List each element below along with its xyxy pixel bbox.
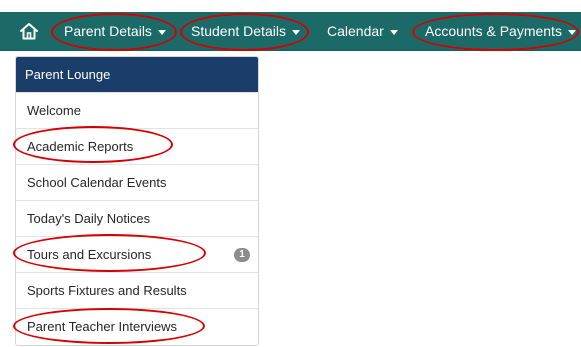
parent-lounge-panel: Parent Lounge Welcome Academic Reports S… xyxy=(15,56,259,346)
top-navigation-bar: Parent Details Student Details Calendar … xyxy=(0,12,581,51)
nav-accounts-payments[interactable]: Accounts & Payments xyxy=(425,12,576,50)
sidebar-item-label: School Calendar Events xyxy=(27,175,167,190)
caret-down-icon xyxy=(157,29,166,35)
sidebar-item-label: Tours and Excursions xyxy=(27,247,152,262)
count-badge: 1 xyxy=(234,248,250,262)
panel-header: Parent Lounge xyxy=(16,57,258,92)
nav-student-details[interactable]: Student Details xyxy=(191,12,300,50)
sidebar-item-school-calendar-events[interactable]: School Calendar Events xyxy=(16,164,258,200)
sidebar-item-tours-and-excursions[interactable]: Tours and Excursions 1 xyxy=(16,236,258,272)
nav-calendar-label: Calendar xyxy=(327,23,384,39)
sidebar-item-academic-reports[interactable]: Academic Reports xyxy=(16,128,258,164)
nav-parent-details[interactable]: Parent Details xyxy=(64,12,166,50)
sidebar-item-label: Sports Fixtures and Results xyxy=(27,283,187,298)
caret-down-icon xyxy=(567,29,576,35)
nav-accounts-payments-label: Accounts & Payments xyxy=(425,23,562,39)
sidebar-item-sports-fixtures-and-results[interactable]: Sports Fixtures and Results xyxy=(16,272,258,308)
home-button[interactable] xyxy=(16,12,42,50)
caret-down-icon xyxy=(389,29,398,35)
sidebar-item-label: Academic Reports xyxy=(27,139,134,154)
nav-calendar[interactable]: Calendar xyxy=(327,12,398,50)
sidebar-item-label: Welcome xyxy=(27,103,81,118)
caret-down-icon xyxy=(291,29,300,35)
nav-parent-details-label: Parent Details xyxy=(64,23,152,39)
home-icon xyxy=(20,23,38,40)
sidebar-item-label: Parent Teacher Interviews xyxy=(27,319,178,334)
sidebar-item-welcome[interactable]: Welcome xyxy=(16,92,258,128)
sidebar-item-label: Today's Daily Notices xyxy=(27,211,151,226)
sidebar-item-todays-daily-notices[interactable]: Today's Daily Notices xyxy=(16,200,258,236)
nav-student-details-label: Student Details xyxy=(191,23,286,39)
sidebar-item-parent-teacher-interviews[interactable]: Parent Teacher Interviews xyxy=(16,308,258,344)
